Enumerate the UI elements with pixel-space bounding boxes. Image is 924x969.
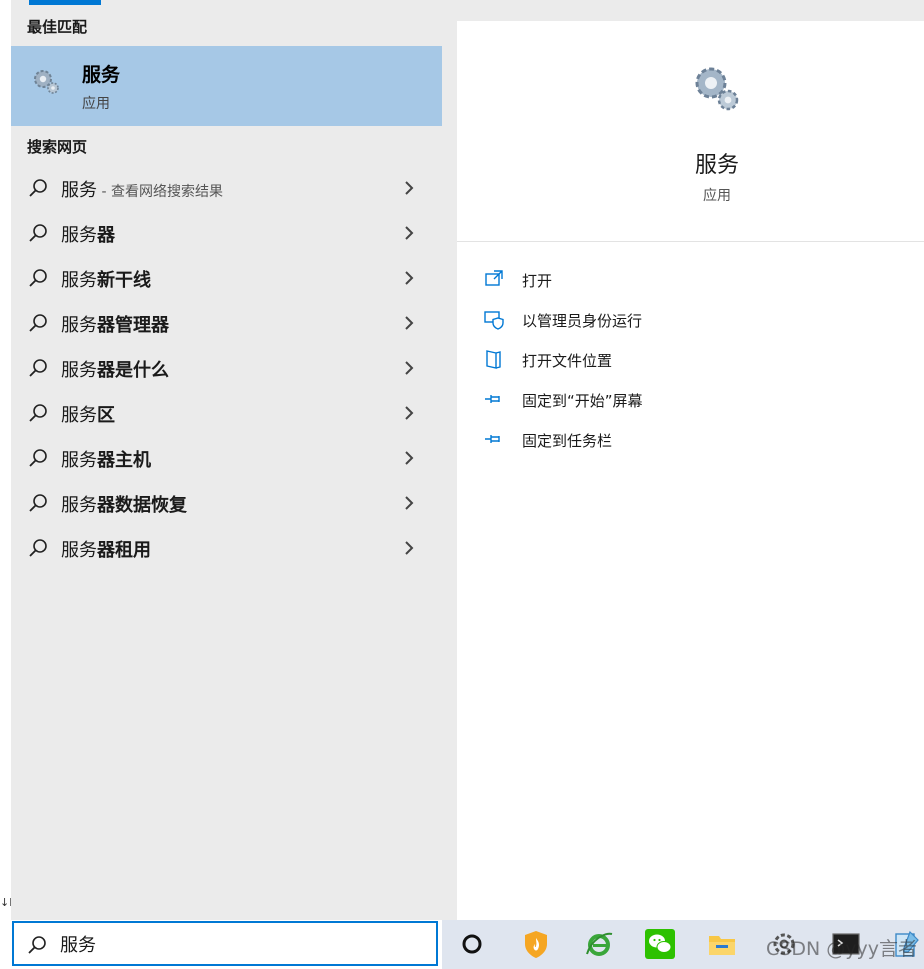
firewall-flame-icon[interactable] — [520, 928, 552, 960]
action-label: 打开 — [522, 270, 552, 291]
suggestion-query-part: 服务 — [61, 225, 97, 246]
search-icon — [27, 222, 49, 244]
suggestion-query-part: 服务 — [61, 540, 97, 561]
web-suggestion-row[interactable]: 服务器租用 — [11, 526, 442, 571]
web-suggestion-row[interactable]: 服务区 — [11, 391, 442, 436]
search-icon — [27, 447, 49, 469]
search-icon — [27, 492, 49, 514]
search-icon — [27, 312, 49, 334]
background-window-text: ↓E — [0, 896, 11, 909]
suggestion-completion-part: 器是什么 — [97, 360, 169, 381]
search-icon — [27, 177, 49, 199]
search-icon — [27, 357, 49, 379]
suggestion-completion-part: 器管理器 — [97, 315, 169, 336]
web-suggestion-text: 服务区 — [61, 401, 115, 427]
web-suggestion-row[interactable]: 服务 - 查看网络搜索结果 — [11, 166, 442, 211]
web-suggestion-text: 服务器租用 — [61, 536, 151, 562]
suggestion-completion-part: 器租用 — [97, 540, 151, 561]
admin-shield-icon — [483, 308, 505, 330]
suggestion-completion-part: 器数据恢复 — [97, 495, 187, 516]
file-location-icon — [483, 348, 505, 370]
best-match-header: 最佳匹配 — [27, 16, 87, 37]
chevron-right-icon — [402, 270, 416, 286]
detail-divider — [457, 241, 924, 242]
best-match-title: 服务 — [82, 60, 120, 87]
search-icon — [27, 402, 49, 424]
active-tab-indicator — [29, 0, 101, 5]
suggestion-query-part: 服务 — [61, 315, 97, 336]
open-icon — [483, 268, 505, 290]
chevron-right-icon — [402, 360, 416, 376]
ie-browser-icon[interactable] — [583, 928, 615, 960]
web-suggestion-text: 服务新干线 — [61, 266, 151, 292]
pin-icon — [483, 428, 505, 450]
action-open[interactable]: 打开 — [483, 264, 903, 294]
suggestion-query-part: 服务 — [61, 180, 97, 201]
suggestion-hint: - 查看网络搜索结果 — [97, 184, 223, 200]
suggestion-query-part: 服务 — [61, 270, 97, 291]
chevron-right-icon — [402, 540, 416, 556]
suggestion-query-part: 服务 — [61, 495, 97, 516]
suggestion-query-part: 服务 — [61, 450, 97, 471]
suggestion-query-part: 服务 — [61, 360, 97, 381]
services-gear-icon — [689, 61, 743, 115]
action-label: 固定到“开始”屏幕 — [522, 390, 643, 411]
web-suggestion-row[interactable]: 服务器管理器 — [11, 301, 442, 346]
action-label: 打开文件位置 — [522, 350, 612, 371]
detail-pane: 服务 应用 打开 以管理员身份运行 打开文件位置 — [442, 0, 924, 920]
chevron-right-icon — [402, 180, 416, 196]
web-suggestion-row[interactable]: 服务器数据恢复 — [11, 481, 442, 526]
detail-card: 服务 应用 打开 以管理员身份运行 打开文件位置 — [457, 21, 924, 920]
chevron-right-icon — [402, 315, 416, 331]
action-label: 固定到任务栏 — [522, 430, 612, 451]
suggestion-completion-part: 新干线 — [97, 270, 151, 291]
web-suggestion-text: 服务器 — [61, 221, 115, 247]
best-match-subtitle: 应用 — [82, 93, 110, 113]
chevron-right-icon — [402, 225, 416, 241]
cortana-circle-icon[interactable] — [456, 928, 488, 960]
web-suggestion-row[interactable]: 服务新干线 — [11, 256, 442, 301]
search-results-pane: 最佳匹配 服务 应用 搜索网页 服务 - 查看网络搜索结果服务器服务新干线服务器… — [11, 0, 442, 920]
best-match-item-services[interactable]: 服务 应用 — [11, 46, 442, 126]
search-input[interactable] — [60, 930, 420, 958]
search-icon — [27, 537, 49, 559]
suggestion-completion-part: 区 — [97, 405, 115, 426]
action-pin-to-start[interactable]: 固定到“开始”屏幕 — [483, 384, 903, 414]
web-suggestion-text: 服务 - 查看网络搜索结果 — [61, 176, 223, 202]
action-pin-to-taskbar[interactable]: 固定到任务栏 — [483, 424, 903, 454]
file-explorer-icon[interactable] — [706, 928, 738, 960]
web-suggestion-text: 服务器主机 — [61, 446, 151, 472]
pin-icon — [483, 388, 505, 410]
suggestion-query-part: 服务 — [61, 405, 97, 426]
chevron-right-icon — [402, 495, 416, 511]
web-suggestion-text: 服务器是什么 — [61, 356, 169, 382]
suggestion-completion-part: 器主机 — [97, 450, 151, 471]
web-suggestion-text: 服务器管理器 — [61, 311, 169, 337]
suggestion-completion-part: 器 — [97, 225, 115, 246]
action-open-file-location[interactable]: 打开文件位置 — [483, 344, 903, 374]
action-run-as-admin[interactable]: 以管理员身份运行 — [483, 304, 903, 334]
web-suggestion-row[interactable]: 服务器主机 — [11, 436, 442, 481]
detail-subtitle: 应用 — [457, 185, 924, 205]
search-icon — [26, 934, 48, 956]
search-box[interactable] — [12, 921, 438, 966]
web-suggestion-row[interactable]: 服务器 — [11, 211, 442, 256]
web-suggestion-text: 服务器数据恢复 — [61, 491, 187, 517]
chevron-right-icon — [402, 450, 416, 466]
chevron-right-icon — [402, 405, 416, 421]
wechat-icon[interactable] — [644, 928, 676, 960]
search-icon — [27, 267, 49, 289]
watermark-text: CSDN @yyy言者 — [766, 934, 917, 961]
services-gear-icon — [31, 66, 61, 96]
web-search-header: 搜索网页 — [27, 136, 87, 157]
action-label: 以管理员身份运行 — [522, 310, 642, 331]
web-suggestion-row[interactable]: 服务器是什么 — [11, 346, 442, 391]
detail-title: 服务 — [457, 147, 924, 179]
